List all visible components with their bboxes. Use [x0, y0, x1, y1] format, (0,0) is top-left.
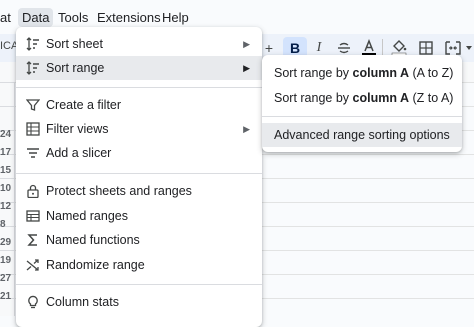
- submenu-arrow-icon: ▶: [243, 123, 250, 134]
- submenu-arrow-icon: ▶: [243, 38, 250, 49]
- row-number[interactable]: 8: [0, 219, 14, 230]
- row-number[interactable]: 15: [0, 165, 14, 176]
- row-number[interactable]: 19: [0, 255, 14, 266]
- menu-item-named-functions[interactable]: Named functions: [16, 228, 262, 252]
- sort-range-a-to-z[interactable]: Sort range by column A (A to Z): [262, 61, 462, 85]
- named-ranges-icon: [25, 208, 41, 224]
- chevron-down-icon: [466, 46, 472, 50]
- sort-range-z-to-a[interactable]: Sort range by column A (Z to A): [262, 86, 462, 110]
- menu-item-sort-range[interactable]: Sort range ▶: [16, 56, 262, 80]
- menu-item-randomize-range[interactable]: Randomize range: [16, 253, 262, 277]
- sort-range-a-to-z-label: Sort range by column A (A to Z): [274, 66, 454, 80]
- merge-cells-icon: [445, 41, 461, 55]
- menu-item-filter-views[interactable]: Filter views ▶: [16, 117, 262, 141]
- menu-item-label: Named functions: [46, 233, 140, 247]
- menu-item-label: Filter views: [46, 122, 109, 136]
- menu-item-add-slicer[interactable]: Add a slicer: [16, 141, 262, 165]
- data-menu: Sort sheet ▶ Sort range ▶ Create a filte…: [16, 27, 262, 327]
- menu-extensions[interactable]: Extensions: [93, 8, 165, 27]
- menu-item-column-stats[interactable]: Column stats: [16, 290, 262, 314]
- menu-item-create-filter[interactable]: Create a filter: [16, 93, 262, 117]
- menu-item-named-ranges[interactable]: Named ranges: [16, 204, 262, 228]
- menu-item-label: Named ranges: [46, 209, 128, 223]
- row-number[interactable]: 10: [0, 183, 14, 194]
- submenu-separator: [262, 116, 462, 117]
- menu-item-label: Column stats: [46, 295, 119, 309]
- row-number[interactable]: 24: [0, 129, 14, 140]
- slicer-icon: [25, 145, 41, 161]
- sort-range-submenu: Sort range by column A (A to Z) Sort ran…: [262, 55, 462, 152]
- menu-data[interactable]: Data: [18, 8, 54, 27]
- row-number[interactable]: 29: [0, 237, 14, 248]
- lightbulb-icon: [25, 294, 41, 310]
- sigma-icon: [25, 232, 41, 248]
- filter-icon: [25, 97, 41, 113]
- row-number[interactable]: 17: [0, 147, 14, 158]
- advanced-range-sorting-label: Advanced range sorting options: [274, 128, 450, 142]
- menu-item-protect-sheets[interactable]: Protect sheets and ranges: [16, 179, 262, 203]
- menu-format[interactable]: at: [0, 8, 15, 27]
- menu-item-label: Sort sheet: [46, 37, 103, 51]
- filter-views-icon: [25, 121, 41, 137]
- menu-item-label: Protect sheets and ranges: [46, 184, 192, 198]
- shuffle-icon: [25, 257, 41, 273]
- strikethrough-icon: [338, 42, 350, 54]
- menu-separator: [16, 87, 262, 88]
- menu-item-label: Randomize range: [46, 258, 145, 272]
- sort-icon: [25, 36, 41, 52]
- menu-item-label: Add a slicer: [46, 146, 112, 160]
- sort-icon: [25, 60, 41, 76]
- menu-tools[interactable]: Tools: [54, 8, 92, 27]
- menu-item-label: Create a filter: [46, 98, 122, 112]
- menu-item-sort-sheet[interactable]: Sort sheet ▶: [16, 32, 262, 56]
- borders-icon: [419, 41, 433, 55]
- menu-help[interactable]: Help: [158, 8, 193, 27]
- menu-separator: [16, 173, 262, 174]
- row-number[interactable]: 21: [0, 291, 14, 302]
- merge-dropdown-button[interactable]: [464, 37, 474, 59]
- menu-item-label: Sort range: [46, 61, 105, 75]
- sort-range-z-to-a-label: Sort range by column A (Z to A): [274, 91, 454, 105]
- submenu-arrow-icon: ▶: [243, 62, 250, 73]
- row-number[interactable]: 12: [0, 201, 14, 212]
- row-number[interactable]: 27: [0, 273, 14, 284]
- menu-separator: [16, 284, 262, 285]
- lock-icon: [25, 183, 41, 199]
- advanced-range-sorting-options[interactable]: Advanced range sorting options: [262, 123, 462, 147]
